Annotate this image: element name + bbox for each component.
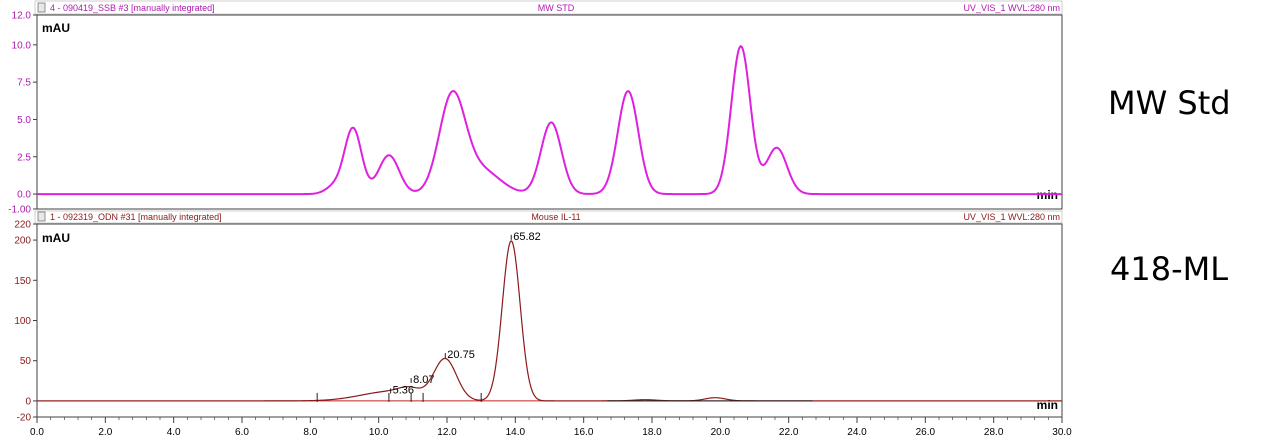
top-panel-header: 4 - 090419_SSB #3 [manually integrated] … — [34, 0, 1063, 15]
document-icon — [37, 2, 46, 13]
y-tick-label: -20 — [17, 413, 32, 424]
x-tick-label: 2.0 — [98, 427, 112, 438]
x-tick-label: 10.0 — [369, 427, 389, 438]
x-tick-label: 6.0 — [235, 427, 249, 438]
y-tick-label: 50 — [20, 356, 32, 367]
x-tick-label: 20.0 — [711, 427, 731, 438]
y-tick-label: 150 — [14, 276, 31, 287]
x-tick-label: 16.0 — [574, 427, 594, 438]
x-tick-label: 18.0 — [642, 427, 662, 438]
top-y-axis: -1.00 0.0 2.5 5.0 7.5 10.0 12.0 — [8, 11, 37, 216]
peak-label: 65.82 — [513, 231, 541, 243]
x-tick-label: 30.0 — [1052, 427, 1072, 438]
x-axis: 0.0 2.0 4.0 6.0 8.0 10.0 12.0 14.0 16.0 18.0 20.0 2… — [30, 417, 1072, 438]
y-tick-label: 2.5 — [17, 152, 31, 163]
chromatogram-figure: 4 - 090419_SSB #3 [manually integrated] … — [8, 0, 1072, 438]
document-icon — [37, 211, 46, 222]
side-label-bottom: 418-ML — [1110, 250, 1229, 288]
y-tick-label: -1.00 — [8, 205, 31, 216]
x-tick-label: 0.0 — [30, 427, 44, 438]
x-tick-label: 12.0 — [437, 427, 457, 438]
y-tick-label: 200 — [14, 236, 31, 247]
y-tick-label: 0.0 — [17, 190, 31, 201]
x-tick-label: 24.0 — [847, 427, 867, 438]
x-tick-label: 22.0 — [779, 427, 799, 438]
top-header-right: UV_VIS_1 WVL:280 nm — [963, 3, 1060, 13]
top-plot-area — [36, 14, 1063, 210]
y-tick-label: 7.5 — [17, 78, 31, 89]
peak-label: 8.07 — [413, 374, 434, 386]
peak-label: 20.75 — [447, 349, 475, 361]
x-tick-label: 28.0 — [984, 427, 1004, 438]
x-tick-label: 14.0 — [506, 427, 526, 438]
bottom-plot-area — [36, 223, 1063, 418]
bottom-header-center: Mouse IL-11 — [531, 212, 580, 222]
bottom-header-right: UV_VIS_1 WVL:280 nm — [963, 212, 1060, 222]
top-header-center: MW STD — [538, 3, 575, 13]
peak-label: 5.36 — [393, 384, 414, 396]
x-tick-label: 4.0 — [167, 427, 181, 438]
bottom-xlabel: min — [1037, 398, 1058, 412]
side-label-top: MW Std — [1108, 84, 1231, 122]
y-tick-label: 5.0 — [17, 115, 31, 126]
y-tick-label: 220 — [14, 220, 31, 231]
y-tick-label: 12.0 — [12, 11, 32, 22]
y-tick-label: 100 — [14, 316, 31, 327]
bottom-panel-header: 1 - 092319_ODN #31 [manually integrated]… — [34, 210, 1063, 224]
top-ylabel: mAU — [42, 21, 70, 35]
x-tick-label: 8.0 — [303, 427, 317, 438]
x-tick-label: 26.0 — [916, 427, 936, 438]
bottom-ylabel: mAU — [42, 231, 70, 245]
y-tick-label: 0 — [25, 396, 31, 407]
top-header-left: 4 - 090419_SSB #3 [manually integrated] — [50, 3, 215, 13]
bottom-y-axis: -20 0 50 100 150 200 220 — [14, 220, 37, 424]
bottom-header-left: 1 - 092319_ODN #31 [manually integrated] — [50, 212, 222, 222]
y-tick-label: 10.0 — [12, 40, 32, 51]
